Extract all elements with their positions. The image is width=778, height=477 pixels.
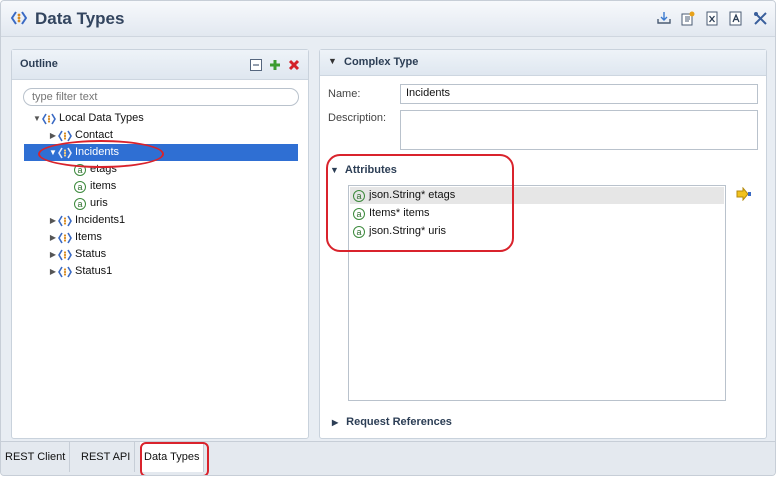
request-references-header[interactable]: ▶ Request References <box>332 416 452 428</box>
datatype-icon <box>58 130 72 141</box>
expand-icon[interactable]: ▶ <box>48 229 58 246</box>
tree-item-status1[interactable]: ▶ Status1 <box>48 263 112 280</box>
name-label: Name: <box>328 88 361 100</box>
tree-child-items[interactable]: a items <box>74 178 116 195</box>
data-types-window: Data Types Outline type filter text ▼ Lo… <box>0 0 776 476</box>
outline-header: Outline <box>12 50 308 80</box>
expand-icon[interactable]: ▶ <box>48 263 58 280</box>
title-bar: Data Types <box>1 1 775 37</box>
attributes-callout <box>326 154 514 252</box>
datatype-icon <box>42 113 56 124</box>
outline-panel: Outline ▼ Local Data Types ▶ Contact ▼ <box>11 49 309 439</box>
delete-icon[interactable] <box>288 59 300 71</box>
tree-child-uris[interactable]: a uris <box>74 195 108 212</box>
attribute-icon: a <box>74 197 86 210</box>
page-title: Data Types <box>35 9 125 28</box>
tree-item-status[interactable]: ▶ Status <box>48 246 106 263</box>
tree-item-label: Incidents1 <box>75 214 126 226</box>
description-field[interactable] <box>400 110 758 150</box>
description-label: Description: <box>328 112 387 124</box>
tree-item-label: Status <box>75 248 107 260</box>
tree-item-incidents1[interactable]: ▶ Incidents1 <box>48 212 125 229</box>
add-attribute-icon[interactable] <box>736 187 752 201</box>
filter-input[interactable] <box>23 88 299 106</box>
add-icon[interactable] <box>269 59 281 71</box>
tree-root-label: Local Data Types <box>59 112 144 124</box>
tree-item-label: Items <box>75 231 102 243</box>
collapse-icon[interactable]: ▼ <box>328 56 337 66</box>
data-types-tab-callout <box>140 442 209 475</box>
datatype-icon <box>58 232 72 243</box>
expand-icon[interactable]: ▶ <box>48 246 58 263</box>
tools-icon[interactable] <box>751 9 769 27</box>
incidents-callout <box>38 140 164 168</box>
complex-type-header[interactable]: ▼ Complex Type <box>320 50 766 76</box>
expand-icon[interactable]: ▶ <box>48 127 58 144</box>
validate-icon[interactable] <box>727 9 745 27</box>
request-references-title: Request References <box>346 416 452 428</box>
complex-type-title: Complex Type <box>344 56 419 68</box>
datatype-icon <box>58 215 72 226</box>
editor-tabs: REST Client REST API Data Types <box>1 441 775 475</box>
tree-child-label: uris <box>90 197 108 209</box>
collapse-all-icon[interactable] <box>250 59 262 71</box>
import-icon[interactable] <box>655 9 673 27</box>
export-icon[interactable] <box>679 9 697 27</box>
clear-icon[interactable] <box>703 9 721 27</box>
datatype-icon <box>58 266 72 277</box>
complex-type-panel: ▼ Complex Type Name: Incidents Descripti… <box>319 49 767 439</box>
tab-rest-client[interactable]: REST Client <box>1 442 71 472</box>
datatype-icon <box>58 249 72 260</box>
name-field[interactable]: Incidents <box>400 84 758 104</box>
outline-title: Outline <box>20 58 58 70</box>
datatype-icon <box>11 11 27 25</box>
tree-item-label: Status1 <box>75 265 113 277</box>
tab-rest-api[interactable]: REST API <box>77 442 136 472</box>
tree-root[interactable]: ▼ Local Data Types <box>32 110 144 127</box>
tree-child-label: items <box>90 180 117 192</box>
expand-icon[interactable]: ▼ <box>32 110 42 127</box>
expand-icon[interactable]: ▶ <box>332 418 338 427</box>
attribute-icon: a <box>74 180 86 193</box>
toolbar <box>655 9 769 27</box>
expand-icon[interactable]: ▶ <box>48 212 58 229</box>
tree-item-items[interactable]: ▶ Items <box>48 229 102 246</box>
